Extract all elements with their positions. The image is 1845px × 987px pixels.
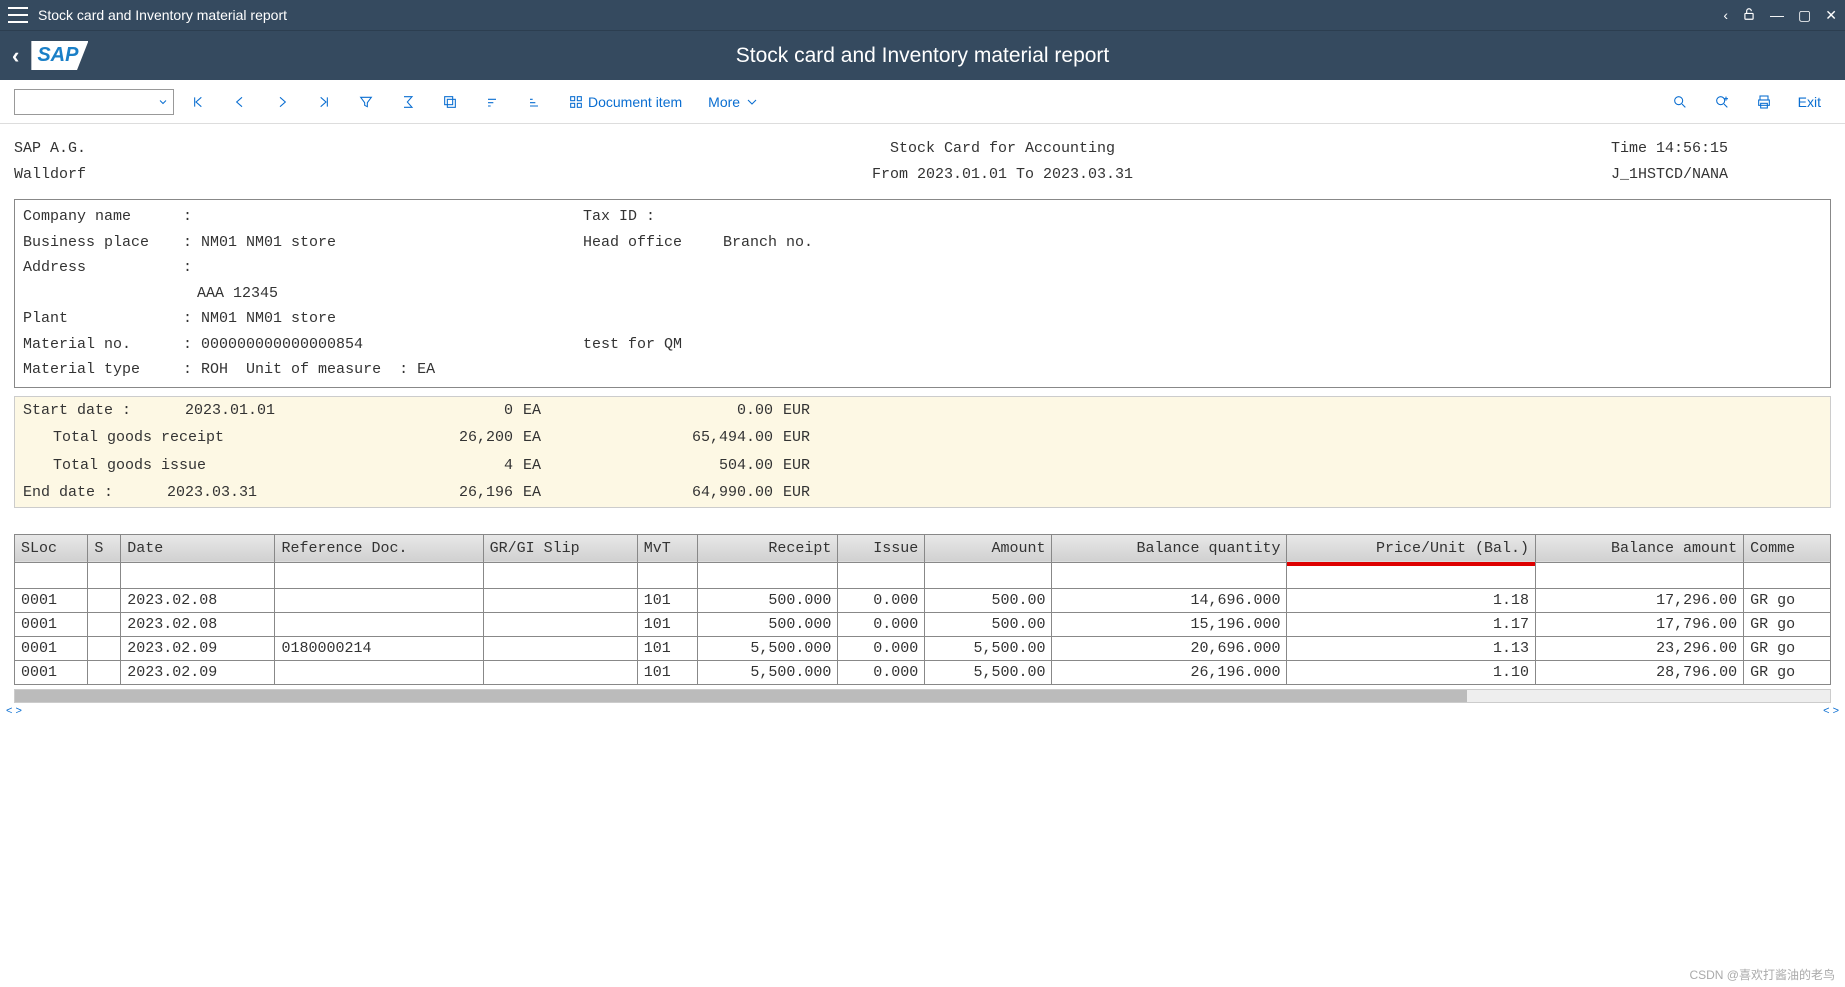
- table-row[interactable]: 00012023.02.091015,500.0000.0005,500.002…: [15, 660, 1831, 684]
- horizontal-scrollbar[interactable]: [14, 689, 1831, 703]
- scroll-indicators: < > < >: [0, 705, 1845, 721]
- business-place-label: Business place: [23, 230, 183, 256]
- company-name-label: Company name: [23, 204, 183, 230]
- end-date-label: End date :: [23, 484, 113, 501]
- chevron-down-icon: [744, 94, 760, 110]
- table-row: [15, 562, 1831, 588]
- material-no-value: 000000000000000854: [201, 336, 363, 353]
- close-icon[interactable]: ✕: [1825, 7, 1837, 24]
- info-box: Company name : Tax ID : Business place :…: [14, 199, 1831, 388]
- exit-button[interactable]: Exit: [1788, 88, 1831, 116]
- col-comment[interactable]: Comme: [1744, 534, 1831, 562]
- table-row[interactable]: 00012023.02.08101500.0000.000500.0014,69…: [15, 588, 1831, 612]
- data-table-wrap: SLoc S Date Reference Doc. GR/GI Slip Mv…: [14, 534, 1831, 685]
- material-desc: test for QM: [583, 332, 682, 358]
- window-title: Stock card and Inventory material report: [38, 7, 1723, 23]
- col-grgi[interactable]: GR/GI Slip: [483, 534, 637, 562]
- address-label: Address: [23, 255, 183, 281]
- col-balamt[interactable]: Balance amount: [1535, 534, 1743, 562]
- report-header: SAP A.G. Walldorf Stock Card for Account…: [14, 136, 1831, 187]
- company-short: SAP A.G.: [14, 136, 394, 162]
- search-next-button[interactable]: [1704, 88, 1740, 116]
- col-balqty[interactable]: Balance quantity: [1052, 534, 1287, 562]
- company-city: Walldorf: [14, 162, 394, 188]
- table-header-row: SLoc S Date Reference Doc. GR/GI Slip Mv…: [15, 534, 1831, 562]
- sort-desc-button[interactable]: [516, 88, 552, 116]
- maximize-icon[interactable]: ▢: [1798, 7, 1811, 24]
- toolbar: Document item More Exit: [0, 80, 1845, 124]
- layout-select[interactable]: [14, 89, 174, 115]
- sap-logo: SAP: [31, 41, 88, 70]
- col-amount[interactable]: Amount: [925, 534, 1052, 562]
- branch-no-label: Branch no.: [723, 230, 813, 256]
- business-place-value: NM01 NM01 store: [201, 234, 336, 251]
- search-button[interactable]: [1662, 88, 1698, 116]
- window-titlebar: Stock card and Inventory material report…: [0, 0, 1845, 30]
- report-content: SAP A.G. Walldorf Stock Card for Account…: [0, 124, 1845, 512]
- report-program: J_1HSTCD/NANA: [1611, 162, 1831, 188]
- col-mvt[interactable]: MvT: [637, 534, 697, 562]
- more-label: More: [708, 94, 740, 110]
- total-issue-label: Total goods issue: [23, 453, 363, 479]
- app-header: ‹ SAP Stock card and Inventory material …: [0, 30, 1845, 80]
- sort-asc-button[interactable]: [474, 88, 510, 116]
- material-type-value: ROH: [201, 361, 228, 378]
- report-title: Stock Card for Accounting: [394, 136, 1611, 162]
- document-item-label: Document item: [588, 94, 682, 110]
- head-office-label: Head office: [583, 230, 723, 256]
- col-sloc[interactable]: SLoc: [15, 534, 88, 562]
- lock-icon[interactable]: [1742, 7, 1756, 24]
- chevron-down-icon: [157, 96, 169, 108]
- watermark: CSDN @喜欢打酱油的老鸟: [1689, 966, 1835, 983]
- material-no-label: Material no.: [23, 332, 183, 358]
- minimize-icon[interactable]: —: [1770, 7, 1784, 23]
- address-line2: AAA 12345: [183, 281, 278, 307]
- col-issue[interactable]: Issue: [838, 534, 925, 562]
- prev-page-button[interactable]: [222, 88, 258, 116]
- menu-icon[interactable]: [8, 7, 28, 23]
- print-button[interactable]: [1746, 88, 1782, 116]
- scroll-left-icon[interactable]: < >: [6, 705, 22, 717]
- report-subtitle: From 2023.01.01 To 2023.03.31: [394, 162, 1611, 188]
- next-page-button[interactable]: [264, 88, 300, 116]
- window-controls: ‹ — ▢ ✕: [1723, 7, 1837, 24]
- start-date-label: Start date :: [23, 402, 131, 419]
- table-row[interactable]: 00012023.02.08101500.0000.000500.0015,19…: [15, 612, 1831, 636]
- document-item-button[interactable]: Document item: [558, 88, 692, 116]
- col-priceunit[interactable]: Price/Unit (Bal.): [1287, 534, 1536, 562]
- last-page-button[interactable]: [306, 88, 342, 116]
- copy-button[interactable]: [432, 88, 468, 116]
- plant-value: NM01 NM01 store: [201, 310, 336, 327]
- data-table: SLoc S Date Reference Doc. GR/GI Slip Mv…: [14, 534, 1831, 685]
- filter-button[interactable]: [348, 88, 384, 116]
- first-page-button[interactable]: [180, 88, 216, 116]
- col-date[interactable]: Date: [121, 534, 275, 562]
- uom-value: EA: [417, 361, 435, 378]
- uom-label: Unit of measure: [246, 361, 381, 378]
- total-receipt-label: Total goods receipt: [23, 425, 363, 451]
- document-icon: [568, 94, 584, 110]
- back-button[interactable]: ‹: [12, 43, 19, 69]
- page-title: Stock card and Inventory material report: [736, 44, 1110, 68]
- more-button[interactable]: More: [698, 88, 770, 116]
- summary-block: Start date : 2023.01.01 0 EA 0.00 EUR To…: [14, 396, 1831, 508]
- col-s[interactable]: S: [88, 534, 121, 562]
- report-time: Time 14:56:15: [1611, 136, 1831, 162]
- table-row[interactable]: 00012023.02.0901800002141015,500.0000.00…: [15, 636, 1831, 660]
- scroll-right-icon[interactable]: < >: [1823, 705, 1839, 717]
- material-type-label: Material type: [23, 357, 183, 383]
- sum-button[interactable]: [390, 88, 426, 116]
- tax-id-label: Tax ID :: [583, 204, 655, 230]
- plant-label: Plant: [23, 306, 183, 332]
- col-refdoc[interactable]: Reference Doc.: [275, 534, 483, 562]
- col-receipt[interactable]: Receipt: [697, 534, 838, 562]
- prev-icon[interactable]: ‹: [1723, 7, 1728, 23]
